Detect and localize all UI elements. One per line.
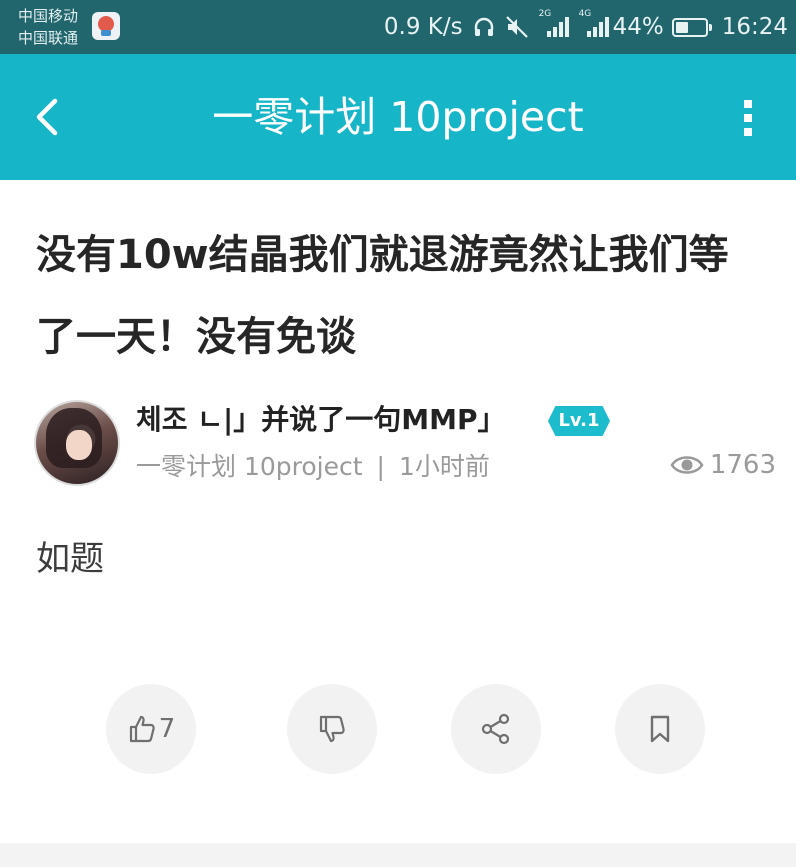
thumbs-up-icon	[129, 715, 155, 743]
share-button[interactable]	[451, 684, 541, 774]
bookmark-button[interactable]	[615, 684, 705, 774]
status-indicators: 0.9 K/s 2G 4G 44% 16:24	[383, 9, 788, 44]
eye-icon	[670, 456, 704, 474]
clock: 16:24	[721, 14, 788, 40]
page-title: 一零计划 10project	[212, 93, 584, 141]
carrier-info: 中国移动 中国联通	[18, 5, 78, 49]
signal-label-sim2: 4G	[578, 9, 592, 19]
dislike-button[interactable]	[287, 684, 377, 774]
post-meta: 一零计划 10project | 1小时前	[136, 450, 490, 484]
share-icon	[481, 713, 510, 745]
mute-icon	[505, 15, 529, 39]
author-name[interactable]: 체조 ㄴ|」并说了一句MMP」	[136, 400, 506, 440]
like-count: 7	[158, 714, 176, 744]
battery-icon	[671, 17, 712, 37]
group-name[interactable]: 一零计划 10project	[136, 452, 363, 481]
level-badge: Lv.1	[548, 406, 610, 436]
carrier-name-2: 中国联通	[18, 29, 79, 47]
battery-percent: 44%	[612, 14, 664, 40]
like-button[interactable]: 7	[106, 684, 196, 774]
bottom-divider	[0, 843, 796, 867]
bookmark-icon	[650, 715, 670, 743]
app-header: 一零计划 10project	[0, 54, 796, 180]
view-count: 1763	[670, 448, 776, 482]
post-title: 没有10w结晶我们就退游竟然让我们等了一天！没有免谈	[36, 232, 729, 360]
signal-icon-sim1: 2G	[539, 9, 569, 38]
network-speed: 0.9 K/s	[383, 14, 463, 40]
more-options-button[interactable]	[726, 94, 770, 142]
headset-icon	[473, 16, 495, 38]
signal-label-sim1: 2G	[538, 9, 552, 19]
more-vertical-icon	[744, 100, 752, 136]
post-body: 如题	[36, 539, 104, 579]
thumbs-down-icon	[319, 715, 345, 743]
status-bar: 中国移动 中国联通 0.9 K/s 2G 4G 44% 16:24	[0, 0, 796, 54]
notification-app-icon	[92, 12, 120, 40]
battery-level	[675, 21, 688, 33]
meta-separator: |	[376, 452, 385, 481]
signal-icon-sim2: 4G	[579, 9, 609, 38]
view-count-value: 1763	[709, 450, 776, 480]
avatar[interactable]	[34, 400, 120, 486]
post-time: 1小时前	[398, 452, 490, 481]
carrier-name-1: 中国移动	[18, 7, 79, 25]
